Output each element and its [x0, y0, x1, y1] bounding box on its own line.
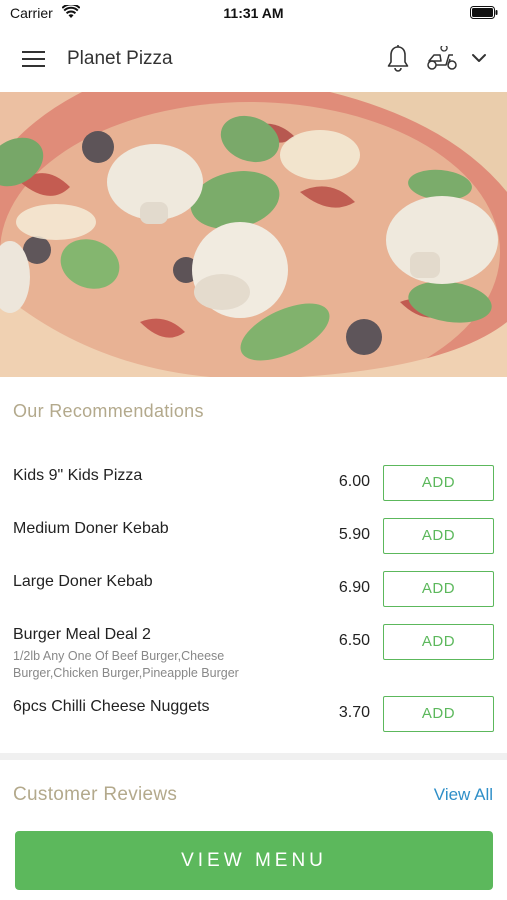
item-name: Burger Meal Deal 2 — [13, 626, 151, 643]
item-name: Kids 9" Kids Pizza — [13, 467, 143, 484]
section-divider — [0, 753, 507, 760]
chevron-down-icon[interactable] — [470, 51, 488, 65]
recommendations-title: Our Recommendations — [13, 401, 204, 421]
bell-icon[interactable] — [386, 44, 410, 72]
add-button[interactable]: ADD — [383, 465, 494, 501]
scooter-icon[interactable] — [426, 46, 458, 72]
view-all-link[interactable]: View All — [434, 785, 493, 805]
app-header: Planet Pizza — [0, 28, 507, 92]
item-description: 1/2lb Any One Of Beef Burger,Cheese Burg… — [13, 649, 239, 680]
add-button[interactable]: ADD — [383, 571, 494, 607]
item-name: Medium Doner Kebab — [13, 520, 169, 537]
view-menu-button[interactable]: VIEW MENU — [15, 831, 493, 890]
status-time: 11:31 AM — [223, 5, 284, 21]
app-title: Planet Pizza — [67, 48, 173, 69]
reviews-title: Customer Reviews — [13, 784, 178, 805]
add-button[interactable]: ADD — [383, 624, 494, 660]
battery-icon — [470, 6, 498, 19]
add-button[interactable]: ADD — [383, 518, 494, 554]
add-button[interactable]: ADD — [383, 696, 494, 732]
hero-pizza-image — [0, 92, 507, 377]
item-price: 5.90 — [338, 526, 370, 543]
item-name: 6pcs Chilli Cheese Nuggets — [13, 698, 210, 715]
item-price: 6.90 — [338, 579, 370, 596]
menu-icon[interactable] — [22, 50, 46, 68]
item-name: Large Doner Kebab — [13, 573, 153, 590]
item-price: 6.50 — [338, 632, 370, 649]
pizza-hero-image — [0, 92, 507, 377]
item-price: 6.00 — [338, 473, 370, 490]
item-price: 3.70 — [338, 704, 370, 721]
status-bar: Carrier 11:31 AM — [0, 0, 507, 28]
